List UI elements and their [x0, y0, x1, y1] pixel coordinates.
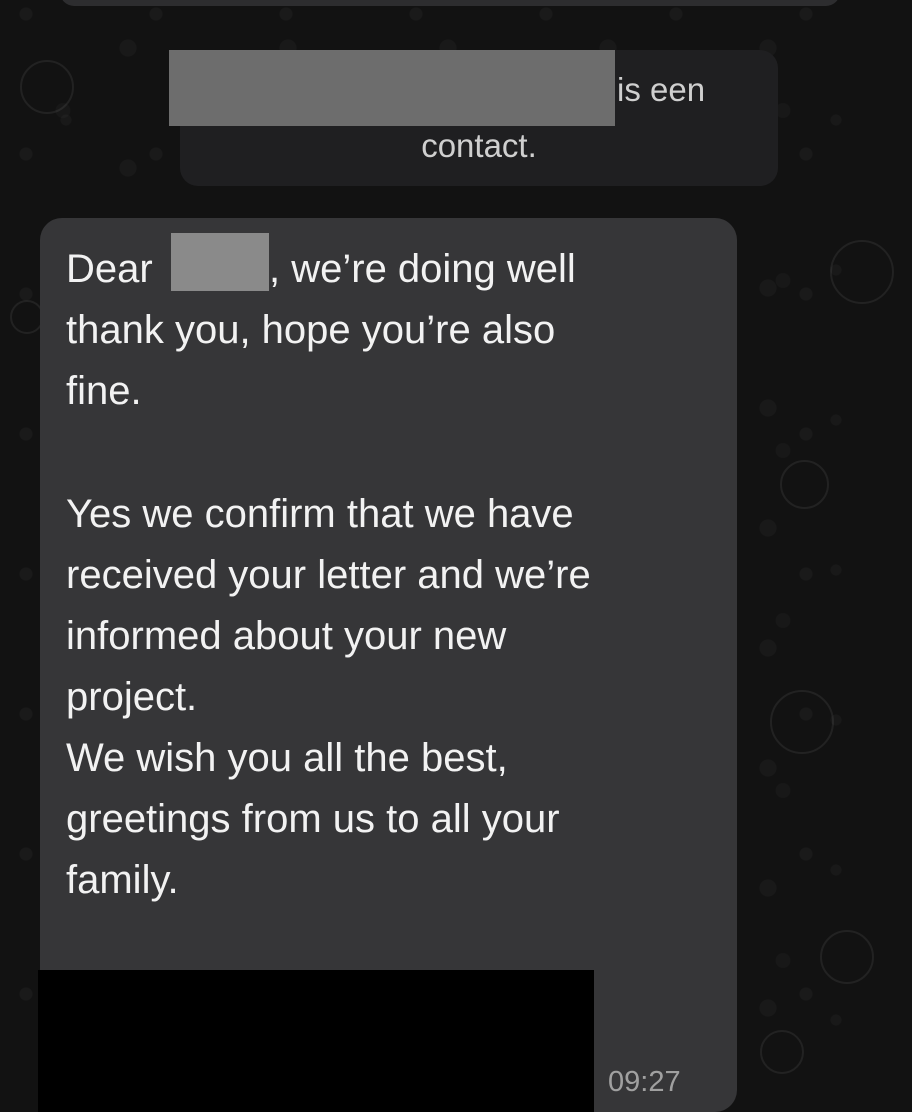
- message-text-line: project.: [66, 675, 198, 719]
- background-doodle: [820, 930, 874, 984]
- message-text-line: We wish you all the best,: [66, 736, 508, 780]
- message-text-line: family.: [66, 858, 179, 902]
- redacted-name: [171, 233, 269, 291]
- background-doodle: [780, 460, 829, 509]
- background-doodle: [830, 240, 894, 304]
- background-doodle: [770, 690, 834, 754]
- message-text-line: fine.: [66, 369, 142, 413]
- message-timestamp: 09:27: [608, 1066, 681, 1098]
- system-notice-text: is een: [617, 71, 706, 108]
- message-text-line: informed about your new: [66, 614, 507, 658]
- previous-message-bubble: [60, 0, 840, 6]
- background-doodle: [20, 60, 74, 114]
- background-doodle: [760, 1030, 804, 1074]
- message-text-line: Yes we confirm that we have: [66, 492, 574, 536]
- message-text-line: received your letter and we’re: [66, 553, 591, 597]
- message-text-line: thank you, hope you’re also: [66, 308, 556, 352]
- message-text-line: , we’re doing well: [269, 247, 576, 291]
- redacted-block: [38, 970, 594, 1112]
- message-text-line: greetings from us to all your: [66, 797, 560, 841]
- redacted-contact-name: [169, 50, 615, 126]
- message-text-line: Dear: [66, 247, 153, 291]
- system-notice-text-line2: contact.: [421, 127, 537, 164]
- background-doodle: [10, 300, 44, 334]
